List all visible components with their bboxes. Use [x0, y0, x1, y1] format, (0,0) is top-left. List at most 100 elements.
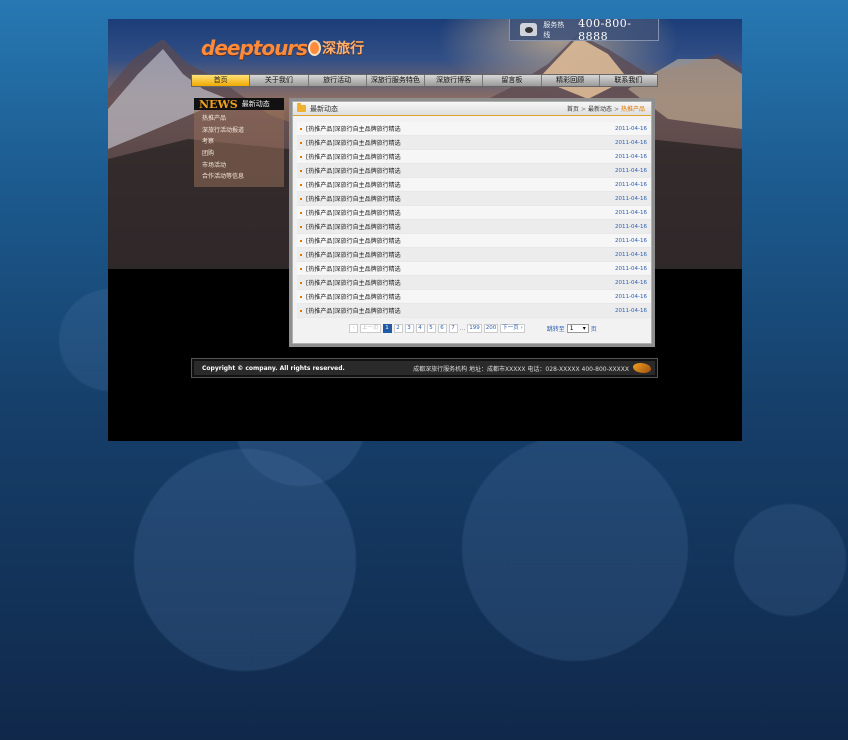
sidebar-item[interactable]: 市场活动: [202, 160, 284, 172]
news-title-link[interactable]: [热推产品]深旅行自主品牌旅行精选: [306, 278, 615, 287]
bullet-icon: [300, 127, 302, 130]
prev-arrow-button[interactable]: ‹: [349, 324, 358, 333]
sidebar-item[interactable]: 深旅行活动报道: [202, 125, 284, 137]
pagination: ‹ 上一页 1234567 ... 199 200 下一页 › 跳转至 1 ▾ 页: [349, 324, 597, 333]
nav-item-0[interactable]: 首页: [192, 75, 251, 86]
sidebar-item[interactable]: 团购: [202, 148, 284, 160]
nav-item-1[interactable]: 关于我们: [250, 75, 309, 86]
footer: Copyright © company. All rights reserved…: [191, 358, 658, 378]
sidebar-item[interactable]: 合作活动等信息: [202, 171, 284, 183]
news-row: [热推产品]深旅行自主品牌旅行精选 2011-04-16: [297, 304, 651, 318]
bullet-icon: [300, 211, 302, 214]
bullet-icon: [300, 183, 302, 186]
news-row: [热推产品]深旅行自主品牌旅行精选 2011-04-16: [297, 248, 651, 262]
nav-item-7[interactable]: 联系我们: [600, 75, 657, 86]
news-title-link[interactable]: [热推产品]深旅行自主品牌旅行精选: [306, 306, 615, 315]
news-title-link[interactable]: [热推产品]深旅行自主品牌旅行精选: [306, 166, 615, 175]
page-number-button[interactable]: 199: [467, 324, 482, 333]
breadcrumb-item[interactable]: 最新动态: [588, 106, 612, 113]
breadcrumb-separator-icon: >: [613, 106, 619, 113]
nav-item-3[interactable]: 深旅行服务特色: [367, 75, 425, 86]
bullet-icon: [300, 225, 302, 228]
news-title-link[interactable]: [热推产品]深旅行自主品牌旅行精选: [306, 208, 615, 217]
page-number-button[interactable]: 1: [382, 324, 392, 333]
news-title-link[interactable]: [热推产品]深旅行自主品牌旅行精选: [306, 292, 615, 301]
news-row: [热推产品]深旅行自主品牌旅行精选 2011-04-16: [297, 220, 651, 234]
news-row: [热推产品]深旅行自主品牌旅行精选 2011-04-16: [297, 136, 651, 150]
hotline-label: 服务热线: [543, 20, 565, 39]
news-title-link[interactable]: [热推产品]深旅行自主品牌旅行精选: [306, 180, 615, 189]
breadcrumb-separator-icon: >: [580, 106, 586, 113]
nav-item-6[interactable]: 精彩回顾: [542, 75, 600, 86]
sidebar: NEWS 最新动态 热推产品 深旅行活动报道 考察 团购 市场活动 合作活动等信息: [194, 98, 284, 187]
jump-select-value: 1: [569, 325, 574, 332]
sidebar-item[interactable]: 热推产品: [202, 113, 284, 125]
nav-item-4[interactable]: 深旅行博客: [425, 75, 484, 86]
news-row: [热推产品]深旅行自主品牌旅行精选 2011-04-16: [297, 262, 651, 276]
footer-logo-icon: [633, 363, 651, 373]
bullet-icon: [300, 197, 302, 200]
news-date: 2011-04-16: [615, 251, 647, 258]
news-title-link[interactable]: [热推产品]深旅行自主品牌旅行精选: [306, 194, 615, 203]
news-row: [热推产品]深旅行自主品牌旅行精选 2011-04-16: [297, 234, 651, 248]
news-date: 2011-04-16: [615, 167, 647, 174]
logo-mark-icon: [308, 40, 322, 56]
page-ellipsis: ...: [459, 325, 466, 332]
site-frame: deeptours 深旅行 服务热线 400-800-8888 首页 关于我们 旅行…: [108, 19, 742, 441]
page-number-button[interactable]: 2: [393, 324, 403, 333]
sidebar-list: 热推产品 深旅行活动报道 考察 团购 市场活动 合作活动等信息: [194, 110, 284, 183]
bullet-icon: [300, 281, 302, 284]
page-number-button[interactable]: 4: [415, 324, 425, 333]
tail-page-numbers: 199 200: [467, 324, 499, 333]
news-date: 2011-04-16: [615, 279, 647, 286]
news-title-link[interactable]: [热推产品]深旅行自主品牌旅行精选: [306, 138, 615, 147]
bullet-icon: [300, 155, 302, 158]
sidebar-header: NEWS 最新动态: [194, 98, 284, 111]
content-panel-inner: 最新动态 首页 > 最新动态 > 热推产品 [热推产品]深旅行自主品牌旅行精选 2011-…: [292, 101, 652, 344]
hotline-number: 400-800-8888: [578, 19, 632, 43]
news-title-link[interactable]: [热推产品]深旅行自主品牌旅行精选: [306, 222, 615, 231]
news-title-link[interactable]: [热推产品]深旅行自主品牌旅行精选: [306, 264, 615, 273]
next-page-button[interactable]: 下一页 ›: [500, 324, 525, 333]
bullet-icon: [300, 169, 302, 172]
news-date: 2011-04-16: [615, 209, 647, 216]
news-date: 2011-04-16: [615, 153, 647, 160]
news-date: 2011-04-16: [615, 125, 647, 132]
news-row: [热推产品]深旅行自主品牌旅行精选 2011-04-16: [297, 290, 651, 304]
jump-page-select[interactable]: 1 ▾: [566, 324, 589, 333]
news-title-link[interactable]: [热推产品]深旅行自主品牌旅行精选: [306, 236, 615, 245]
select-arrow-icon: ▾: [582, 325, 586, 332]
sidebar-title: 最新动态: [241, 100, 270, 108]
bullet-icon: [300, 295, 302, 298]
page-number-button[interactable]: 200: [483, 324, 499, 333]
news-row: [热推产品]深旅行自主品牌旅行精选 2011-04-16: [297, 192, 651, 206]
news-title-link[interactable]: [热推产品]深旅行自主品牌旅行精选: [306, 124, 615, 133]
news-date: 2011-04-16: [615, 237, 647, 244]
folder-icon: [297, 103, 306, 112]
news-row: [热推产品]深旅行自主品牌旅行精选 2011-04-16: [297, 276, 651, 290]
news-row: [热推产品]深旅行自主品牌旅行精选 2011-04-16: [297, 150, 651, 164]
news-title-link[interactable]: [热推产品]深旅行自主品牌旅行精选: [306, 152, 615, 161]
page-number-button[interactable]: 3: [404, 324, 414, 333]
telephone-icon: [520, 23, 538, 36]
bullet-icon: [300, 267, 302, 270]
copyright-text: Copyright © company. All rights reserved…: [202, 364, 345, 372]
news-row: [热推产品]深旅行自主品牌旅行精选 2011-04-16: [297, 122, 651, 136]
panel-title: 最新动态: [310, 104, 338, 113]
news-title-link[interactable]: [热推产品]深旅行自主品牌旅行精选: [306, 250, 615, 259]
page-number-button[interactable]: 6: [437, 324, 447, 333]
main-nav: 首页 关于我们 旅行活动 深旅行服务特色 深旅行博客 留言板 精彩回顾 联系我们: [191, 74, 658, 87]
sidebar-item[interactable]: 考察: [202, 136, 284, 148]
nav-item-5[interactable]: 留言板: [483, 75, 542, 86]
breadcrumb-item[interactable]: 首页: [567, 106, 579, 113]
bullet-icon: [300, 239, 302, 242]
site-logo[interactable]: deeptours 深旅行: [201, 36, 364, 60]
footer-contact-info: 成都深旅行服务机构 地址：成都市XXXXX 电话：028-XXXXX 400-8…: [413, 365, 629, 373]
news-row: [热推产品]深旅行自主品牌旅行精选 2011-04-16: [297, 164, 651, 178]
page-number-button[interactable]: 5: [426, 324, 436, 333]
news-row: [热推产品]深旅行自主品牌旅行精选 2011-04-16: [297, 178, 651, 192]
logo-cn-text: 深旅行: [322, 41, 365, 57]
prev-page-button[interactable]: 上一页: [360, 324, 381, 333]
nav-item-2[interactable]: 旅行活动: [309, 75, 367, 86]
page-number-button[interactable]: 7: [448, 324, 458, 333]
